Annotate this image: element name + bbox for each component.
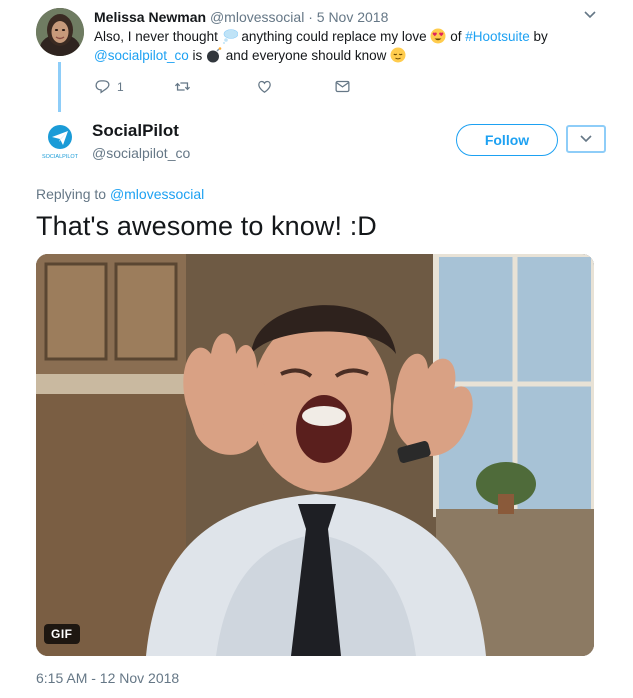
text-segment: is <box>188 48 207 63</box>
thread-line <box>58 62 61 112</box>
more-options-button[interactable] <box>566 125 606 153</box>
avatar[interactable] <box>36 8 84 56</box>
reply-button[interactable]: 1 <box>94 78 124 95</box>
replying-to-link[interactable]: @mlovessocial <box>110 186 204 202</box>
tweet-text: That's awesome to know! :D <box>36 211 377 241</box>
tweet-actions: 1 <box>94 78 364 98</box>
tweet-date[interactable]: 5 Nov 2018 <box>317 9 389 25</box>
text-segment: Also, I never thought <box>94 29 222 44</box>
tweet-timestamp[interactable]: 6:15 AM - 12 Nov 2018 <box>36 670 179 686</box>
text-segment: anything could replace my love <box>237 29 431 44</box>
relieved-face-icon <box>390 47 406 63</box>
reply-count: 1 <box>117 79 124 94</box>
like-icon <box>258 80 271 93</box>
reply-icon <box>95 80 110 94</box>
author-handle[interactable]: @mlovessocial <box>210 9 304 25</box>
retweet-icon <box>174 82 191 91</box>
text-segment: and everyone should know <box>222 48 391 63</box>
like-button[interactable] <box>256 78 273 95</box>
separator: · <box>304 9 317 25</box>
text-segment: of <box>446 29 466 44</box>
direct-message-button[interactable] <box>334 78 351 95</box>
mention-link[interactable]: @socialpilot_co <box>94 48 189 63</box>
hashtag-link[interactable]: #Hootsuite <box>465 29 530 44</box>
follow-button[interactable]: Follow <box>456 124 558 156</box>
bomb-icon <box>207 47 222 63</box>
thought-balloon-icon <box>222 29 238 44</box>
author-name[interactable]: Melissa Newman <box>94 9 206 25</box>
author-handle[interactable]: @socialpilot_co <box>92 145 190 161</box>
author-name[interactable]: SocialPilot <box>92 121 179 141</box>
avatar-label: SOCIALPILOT <box>42 154 79 160</box>
chevron-down-icon <box>580 135 592 143</box>
gif-media[interactable]: GIF <box>36 254 594 656</box>
text-segment: by <box>529 29 548 44</box>
heart-eyes-icon <box>430 28 446 44</box>
parent-tweet-text: Also, I never thought anything could rep… <box>94 27 594 65</box>
replying-to-label: Replying to <box>36 186 110 202</box>
gif-badge: GIF <box>44 624 80 644</box>
parent-tweet-header: Melissa Newman @mlovessocial · 5 Nov 201… <box>94 9 388 25</box>
retweet-button[interactable] <box>174 78 191 95</box>
replying-to: Replying to @mlovessocial <box>36 186 204 202</box>
gif-image <box>36 254 594 656</box>
chevron-down-icon[interactable] <box>583 10 597 20</box>
message-icon <box>335 80 350 93</box>
avatar[interactable]: SOCIALPILOT <box>36 124 84 160</box>
